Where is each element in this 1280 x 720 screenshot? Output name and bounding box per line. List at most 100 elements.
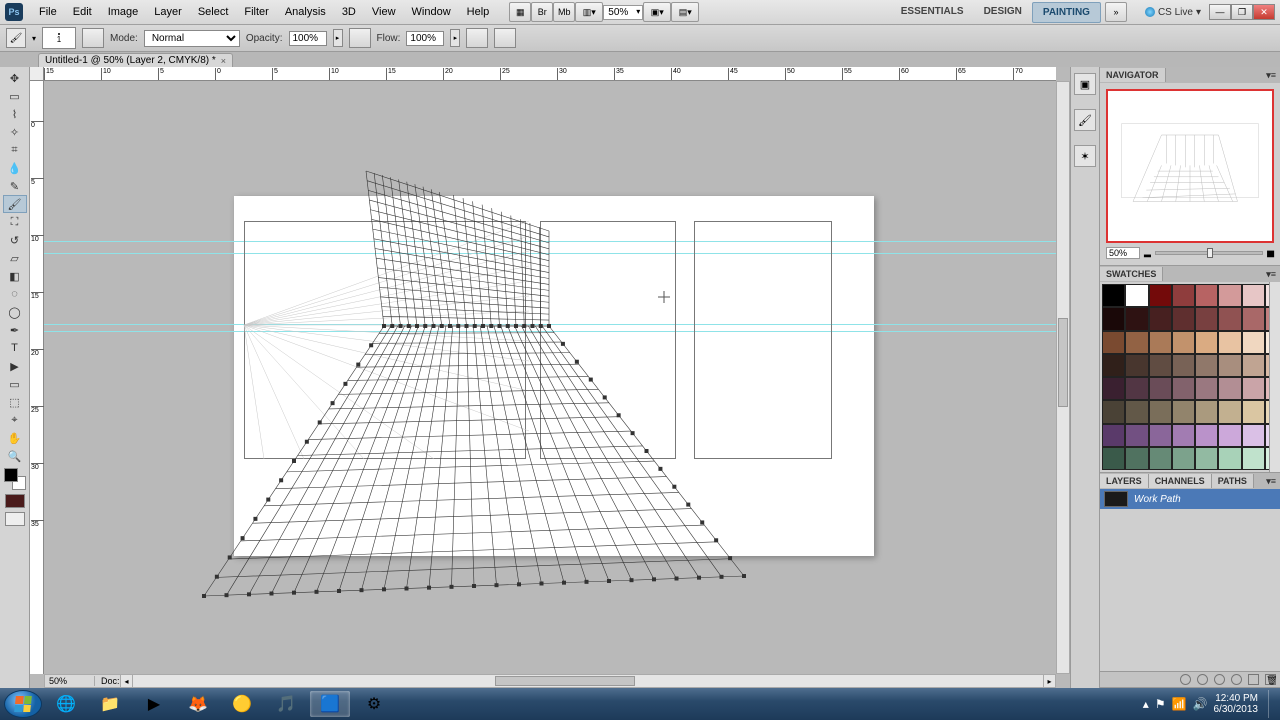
swatch[interactable] xyxy=(1242,400,1265,423)
swatch[interactable] xyxy=(1172,354,1195,377)
menu-filter[interactable]: Filter xyxy=(236,2,276,22)
swatch[interactable] xyxy=(1218,400,1241,423)
swatch[interactable] xyxy=(1195,284,1218,307)
delete-path-icon[interactable]: 🗑 xyxy=(1265,674,1276,685)
path-select-tool[interactable]: ▶ xyxy=(3,357,27,375)
swatch[interactable] xyxy=(1242,307,1265,330)
history-brush-tool[interactable]: ↺ xyxy=(3,231,27,249)
workspace-more-icon[interactable]: » xyxy=(1105,2,1127,22)
swatch[interactable] xyxy=(1242,424,1265,447)
flow-input[interactable] xyxy=(406,31,444,46)
3d-tool[interactable]: ⬚ xyxy=(3,393,27,411)
foreground-color[interactable] xyxy=(5,494,25,508)
bridge-icon[interactable]: Br xyxy=(531,2,553,22)
swatch[interactable] xyxy=(1149,424,1172,447)
extras-icon[interactable]: ▤▾ xyxy=(671,2,699,22)
swatch[interactable] xyxy=(1218,331,1241,354)
swatch[interactable] xyxy=(1125,331,1148,354)
taskbar-app-icon[interactable]: ⚙ xyxy=(354,691,394,717)
swatch[interactable] xyxy=(1218,424,1241,447)
swatch[interactable] xyxy=(1172,400,1195,423)
swatches-tab[interactable]: SWATCHES xyxy=(1100,267,1163,281)
tray-network-icon[interactable]: 📶 xyxy=(1172,697,1187,711)
opacity-input[interactable] xyxy=(289,31,327,46)
swatch[interactable] xyxy=(1195,354,1218,377)
crop-tool[interactable]: ⌗ xyxy=(3,141,27,159)
swatch[interactable] xyxy=(1125,377,1148,400)
workspace-essentials[interactable]: ESSENTIALS xyxy=(891,2,974,23)
brush-preset-picker[interactable]: 1 xyxy=(42,27,76,49)
swatch[interactable] xyxy=(1195,377,1218,400)
navigator-zoom-input[interactable]: 50% xyxy=(1106,247,1140,259)
marquee-tool[interactable]: ▭ xyxy=(3,87,27,105)
tray-volume-icon[interactable]: 🔊 xyxy=(1193,697,1208,711)
canvas-area[interactable] xyxy=(44,81,1056,674)
eyedropper-tool[interactable]: 💧 xyxy=(3,159,27,177)
taskbar-ie-icon[interactable]: 🌐 xyxy=(46,691,86,717)
taskbar-itunes-icon[interactable]: 🎵 xyxy=(266,691,306,717)
gradient-tool[interactable]: ◧ xyxy=(3,267,27,285)
menu-analysis[interactable]: Analysis xyxy=(277,2,334,22)
swatch[interactable] xyxy=(1102,331,1125,354)
brush-panel-toggle[interactable] xyxy=(82,28,104,48)
path-row[interactable]: Work Path xyxy=(1100,489,1280,509)
swatch[interactable] xyxy=(1102,400,1125,423)
swatches-grid[interactable] xyxy=(1102,284,1268,470)
swatch[interactable] xyxy=(1125,354,1148,377)
navigator-zoom-slider[interactable] xyxy=(1155,251,1263,255)
zoom-out-icon[interactable]: ▂ xyxy=(1144,247,1151,258)
swatch[interactable] xyxy=(1102,354,1125,377)
healing-tool[interactable]: ✎ xyxy=(3,177,27,195)
color-swatches[interactable] xyxy=(4,468,26,490)
swatch[interactable] xyxy=(1218,284,1241,307)
menu-layer[interactable]: Layer xyxy=(146,2,190,22)
swatches-scrollbar[interactable] xyxy=(1269,282,1280,472)
swatch[interactable] xyxy=(1125,400,1148,423)
horizontal-ruler[interactable]: 151050510152025303540455055606570 xyxy=(44,67,1056,81)
taskbar-chrome-icon[interactable]: 🟡 xyxy=(222,691,262,717)
quickmask-icon[interactable] xyxy=(5,512,25,526)
swatch[interactable] xyxy=(1242,354,1265,377)
swatch[interactable] xyxy=(1149,284,1172,307)
swatch[interactable] xyxy=(1242,331,1265,354)
zoom-in-icon[interactable]: ▅ xyxy=(1267,247,1274,258)
3d-camera-tool[interactable]: ⌖ xyxy=(3,411,27,429)
swatch[interactable] xyxy=(1195,307,1218,330)
swatch[interactable] xyxy=(1149,354,1172,377)
panel-menu-icon[interactable]: ▾≡ xyxy=(1262,269,1280,280)
tray-expand-icon[interactable]: ▴ xyxy=(1143,697,1149,711)
taskbar-photoshop-icon[interactable]: 🟦 xyxy=(310,691,350,717)
swatch[interactable] xyxy=(1172,331,1195,354)
stamp-tool[interactable]: ⛶ xyxy=(3,213,27,231)
tray-flag-icon[interactable]: ⚑ xyxy=(1155,697,1166,711)
tab-channels[interactable]: CHANNELS xyxy=(1149,474,1212,488)
zoom-tool[interactable]: 🔍 xyxy=(3,447,27,465)
menu-image[interactable]: Image xyxy=(100,2,147,22)
swatch[interactable] xyxy=(1102,424,1125,447)
swatch[interactable] xyxy=(1218,377,1241,400)
swatch[interactable] xyxy=(1218,307,1241,330)
menu-3d[interactable]: 3D xyxy=(334,2,364,22)
opacity-flyout[interactable]: ▸ xyxy=(333,29,343,47)
workspace-painting[interactable]: PAINTING xyxy=(1032,2,1101,23)
swatch[interactable] xyxy=(1149,377,1172,400)
maximize-button[interactable]: ❐ xyxy=(1231,4,1253,20)
close-tab-icon[interactable]: × xyxy=(221,56,226,66)
swatch[interactable] xyxy=(1172,377,1195,400)
new-path-icon[interactable] xyxy=(1248,674,1259,685)
airbrush-icon[interactable] xyxy=(466,28,488,48)
screen-mode-icon[interactable]: ▦ xyxy=(509,2,531,22)
swatch[interactable] xyxy=(1172,307,1195,330)
close-button[interactable]: ✕ xyxy=(1253,4,1275,20)
tablet-size-icon[interactable] xyxy=(494,28,516,48)
swatch[interactable] xyxy=(1102,377,1125,400)
brush-tool[interactable]: 🖌 xyxy=(3,195,27,213)
taskbar-firefox-icon[interactable]: 🦊 xyxy=(178,691,218,717)
type-tool[interactable]: T xyxy=(3,339,27,357)
eraser-tool[interactable]: ▱ xyxy=(3,249,27,267)
tool-presets-icon[interactable]: ✶ xyxy=(1074,145,1096,167)
history-panel-icon[interactable]: ▣ xyxy=(1074,73,1096,95)
screenmode2-icon[interactable]: ▣▾ xyxy=(643,2,671,22)
stroke-path-icon[interactable] xyxy=(1197,674,1208,685)
document-tab[interactable]: Untitled-1 @ 50% (Layer 2, CMYK/8) * × xyxy=(38,53,233,67)
